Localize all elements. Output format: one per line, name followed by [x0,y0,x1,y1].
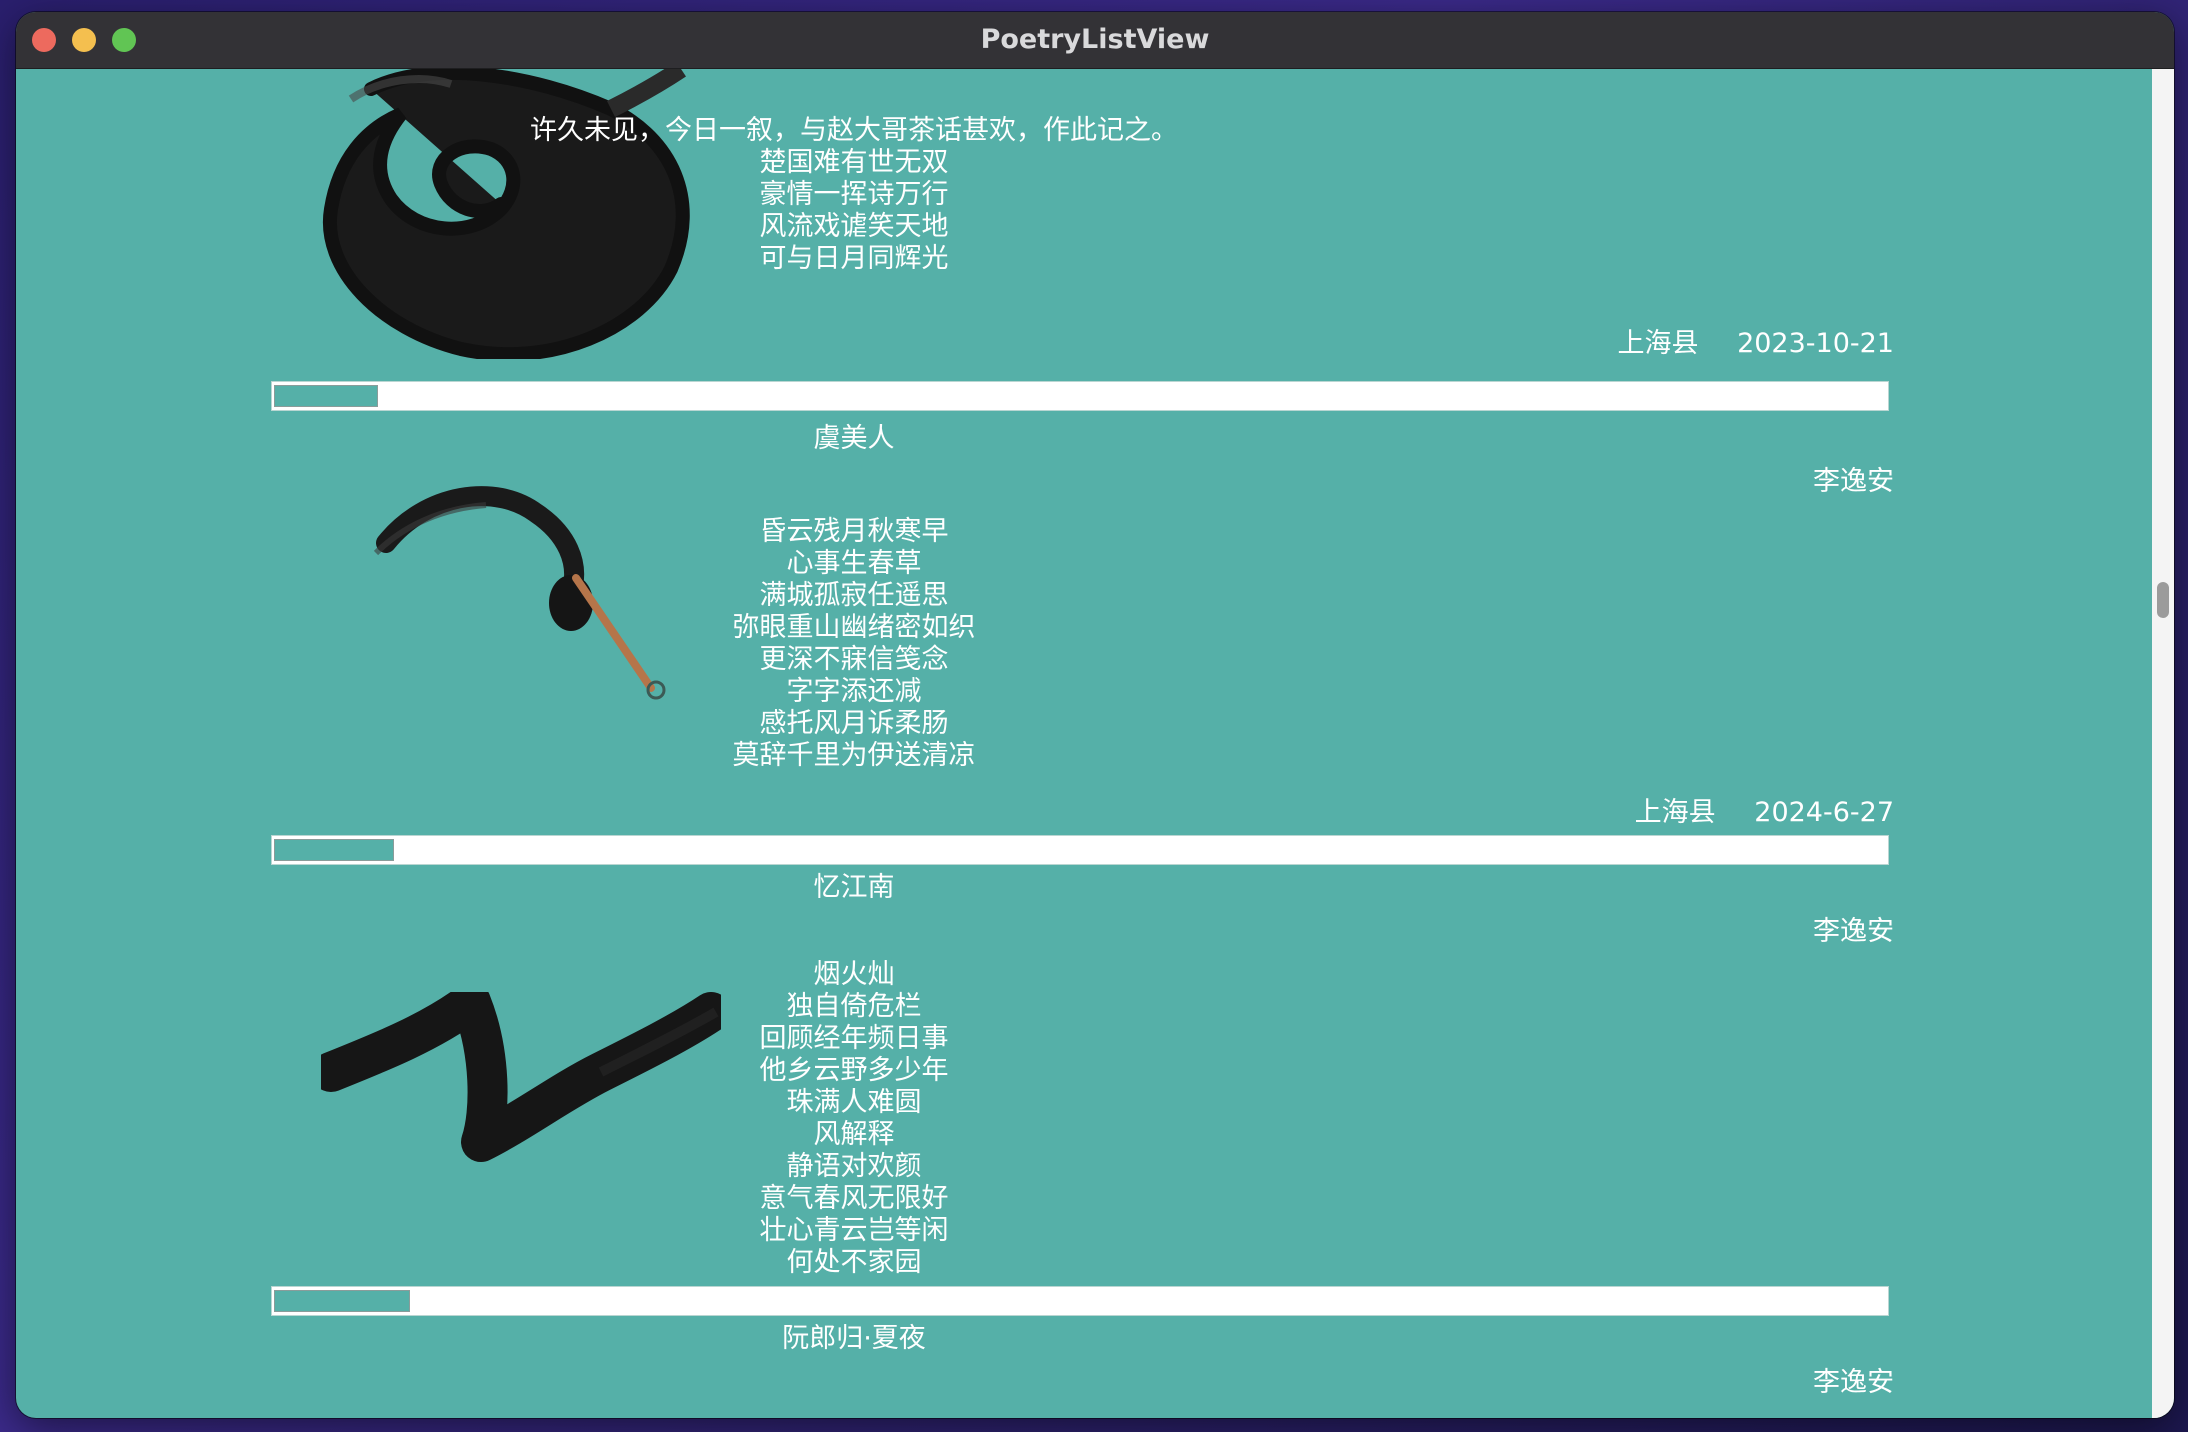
poem-author: 李逸安 [1813,1367,1894,1398]
window-title: PoetryListView [980,24,1210,55]
poem-line: 静语对欢颜 [786,1151,922,1182]
poem-line: 心事生春草 [786,548,922,579]
poem-progress-bar [271,835,1889,865]
poem-line: 壮心青云岂等闲 [759,1215,949,1246]
vertical-scrollbar[interactable] [2152,69,2174,1418]
poem-footer: 上海县 2024-6-27 [1635,797,1894,829]
poem-lines: 烟火灿 独自倚危栏 回顾经年频日事 他乡云野多少年 珠满人难圆 风解释 静语对欢… [16,959,2152,1279]
poem-author: 李逸安 [1813,466,1894,497]
poem-progress-bar [271,381,1889,411]
poem-line: 风解释 [813,1119,895,1150]
poem-line: 回顾经年频日事 [759,1023,949,1054]
poem-line: 满城孤寂任遥思 [759,580,949,611]
poem-footer: 上海县 2023-10-21 [1617,328,1894,360]
scrollbar-thumb[interactable] [2157,582,2169,618]
poem-location: 上海县 [1634,797,1716,828]
poem-line: 风流戏谑笑天地 [759,211,949,242]
poem-line: 感托风月诉柔肠 [759,708,949,739]
poem-line: 楚国难有世无双 [759,147,949,178]
poem-progress-fill [274,1290,410,1312]
poem-line: 字字添还减 [786,676,922,707]
poetry-list[interactable]: 许久未见，今日一叙，与赵大哥茶话甚欢，作此记之。 楚国难有世无双 豪情一挥诗万行… [16,69,2152,1418]
poem-line: 独自倚危栏 [786,991,922,1022]
poem-line: 意气春风无限好 [759,1183,949,1214]
poem-line: 他乡云野多少年 [759,1055,949,1086]
poem-progress-bar [271,1286,1889,1316]
poem-line: 莫辞千里为伊送清凉 [732,740,976,771]
poem-title: 忆江南 [813,872,895,903]
poem-progress-fill [274,839,394,861]
poem-date: 2024-6-27 [1754,797,1894,828]
poem-line: 许久未见，今日一叙，与赵大哥茶话甚欢，作此记之。 [530,115,1178,146]
poem-title: 阮郎归·夏夜 [782,1323,926,1354]
poem-line: 烟火灿 [813,959,895,990]
poem-date: 2023-10-21 [1737,328,1894,359]
poem-title: 虞美人 [813,423,895,454]
poem-progress-fill [274,385,378,407]
poem-lines: 许久未见，今日一叙，与赵大哥茶话甚欢，作此记之。 楚国难有世无双 豪情一挥诗万行… [16,115,2152,275]
poem-line: 弥眼重山幽绪密如织 [732,612,976,643]
poem-lines: 昏云残月秋寒早 心事生春草 满城孤寂任遥思 弥眼重山幽绪密如织 更深不寐信笺念 … [16,516,2152,772]
poem-location: 上海县 [1617,328,1699,359]
poem-line: 可与日月同辉光 [759,243,949,274]
poem-author: 李逸安 [1813,916,1894,947]
title-bar: PoetryListView [16,12,2174,69]
poem-line: 豪情一挥诗万行 [759,179,949,210]
poem-line: 更深不寐信笺念 [759,644,949,675]
app-window: PoetryListView 许久未见，今日一叙，与赵大哥茶话甚欢，作此记之。 … [16,12,2174,1418]
poem-line: 珠满人难圆 [786,1087,922,1118]
poem-line: 何处不家园 [786,1247,922,1278]
poem-line: 昏云残月秋寒早 [759,516,949,547]
